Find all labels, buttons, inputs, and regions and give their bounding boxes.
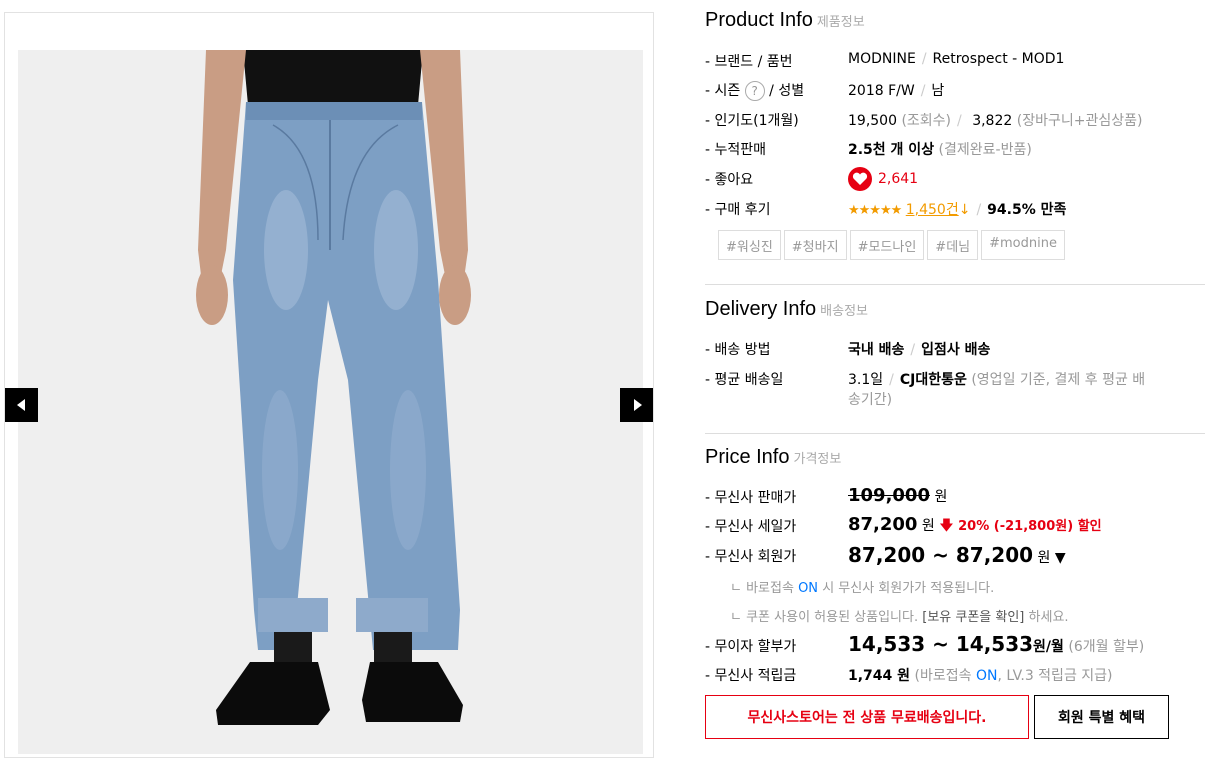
- product-photo: [18, 50, 643, 754]
- avg-days: 3.1일: [848, 372, 884, 388]
- brand-value: MODNINE / Retrospect - MOD1: [848, 51, 1065, 67]
- brand-link[interactable]: MODNINE: [848, 51, 916, 67]
- chevron-left-icon: [16, 399, 25, 411]
- popularity-row: - 인기도(1개월) 19,500 (조회수)/ 3,822 (장바구니+관심상…: [705, 113, 1143, 129]
- season-row: - 시즌 ? / 성별 2018 F/W / 남: [705, 81, 945, 101]
- product-info-title: Product Info 제품정보: [705, 9, 865, 31]
- tag-item[interactable]: #워싱진: [718, 230, 781, 260]
- tag-item[interactable]: #데님: [927, 230, 979, 260]
- gender-value: 남: [931, 83, 945, 99]
- sales-count: 2.5천 개 이상: [848, 142, 935, 158]
- installment-price: 14,533 ~ 14,533: [848, 632, 1034, 656]
- installment-row: - 무이자 할부가 14,533 ~ 14,533원/월 (6개월 할부): [705, 632, 1145, 656]
- likes-count: 2,641: [878, 171, 919, 187]
- chevron-right-icon: [633, 399, 642, 411]
- member-benefit-button[interactable]: 회원 특별 혜택: [1034, 695, 1169, 739]
- satisfaction-value: 94.5% 만족: [987, 202, 1067, 218]
- check-coupon-link[interactable]: [보유 쿠폰을 확인]: [922, 610, 1024, 625]
- rating-stars-icon: ★★★★★: [848, 203, 902, 218]
- delivery-method-row: - 배송 방법 국내 배송 / 입점사 배송: [705, 342, 991, 358]
- tag-list: #워싱진 #청바지 #모드나인 #데님 #modnine: [718, 230, 1065, 260]
- likes-row: - 좋아요 2,641: [705, 167, 1205, 193]
- caret-down-icon[interactable]: ▼: [1055, 550, 1066, 566]
- member-price: 87,200 ~ 87,200: [848, 543, 1034, 567]
- sale-price-row: - 무신사 세일가 87,200 원 🡇 20% (-21,800원) 할인: [705, 514, 1102, 535]
- member-price-row: - 무신사 회원가 87,200 ~ 87,200 원 ▼: [705, 543, 1066, 567]
- coupon-note: ㄴ 쿠폰 사용이 허용된 상품입니다. [보유 쿠폰을 확인] 하세요.: [730, 610, 1069, 625]
- free-shipping-button[interactable]: 무신사스토어는 전 상품 무료배송입니다.: [705, 695, 1029, 739]
- tag-item[interactable]: #모드나인: [849, 230, 925, 260]
- review-count-link[interactable]: 1,450건: [906, 202, 959, 218]
- arrow-down-icon: ↓: [958, 202, 971, 218]
- tag-item[interactable]: #청바지: [783, 230, 847, 260]
- prev-image-button[interactable]: [5, 388, 38, 422]
- discount-value: 20% (-21,800원) 할인: [958, 519, 1102, 534]
- next-image-button[interactable]: [620, 388, 653, 422]
- reviews-row: - 구매 후기 ★★★★★ 1,450건↓/94.5% 만족: [705, 202, 1067, 218]
- product-image-gallery: [4, 12, 654, 758]
- points-value: 1,744 원: [848, 668, 911, 684]
- divider: [705, 284, 1205, 285]
- tag-item[interactable]: #modnine: [981, 230, 1065, 260]
- season-help-icon[interactable]: ?: [744, 81, 765, 101]
- points-row: - 무신사 적립금 1,744 원 (바로접속 ON, LV.3 적립금 지급): [705, 668, 1113, 684]
- list-price: 109,000: [848, 485, 930, 506]
- list-price-row: - 무신사 판매가 109,000 원: [705, 485, 948, 506]
- brand-row: - 브랜드 / 품번 MODNINE / Retrospect - MOD1: [705, 51, 1205, 73]
- courier-name: CJ대한통운: [899, 372, 967, 388]
- views-count: 19,500: [848, 113, 897, 129]
- heart-icon[interactable]: [848, 167, 872, 191]
- sku-value: Retrospect - MOD1: [932, 51, 1065, 67]
- delivery-days-row: - 평균 배송일 3.1일 / CJ대한통운 (영업일 기준, 결제 후 평균 배 …: [705, 372, 1146, 408]
- sale-price: 87,200: [848, 514, 918, 535]
- member-note: ㄴ 바로접속 ON 시 무신사 회원가가 적용됩니다.: [730, 581, 995, 596]
- sales-row: - 누적판매 2.5천 개 이상 (결제완료-반품): [705, 142, 1032, 158]
- brand-label: - 브랜드 / 품번: [705, 54, 793, 70]
- season-value: 2018 F/W: [848, 83, 915, 99]
- jeans-model-image: [18, 50, 643, 754]
- cart-count: 3,822: [972, 113, 1013, 129]
- delivery-info-title: Delivery Info 배송정보: [705, 298, 868, 320]
- arrow-down-red-icon: 🡇: [939, 518, 954, 534]
- price-info-title: Price Info 가격정보: [705, 446, 842, 468]
- divider: [705, 433, 1205, 434]
